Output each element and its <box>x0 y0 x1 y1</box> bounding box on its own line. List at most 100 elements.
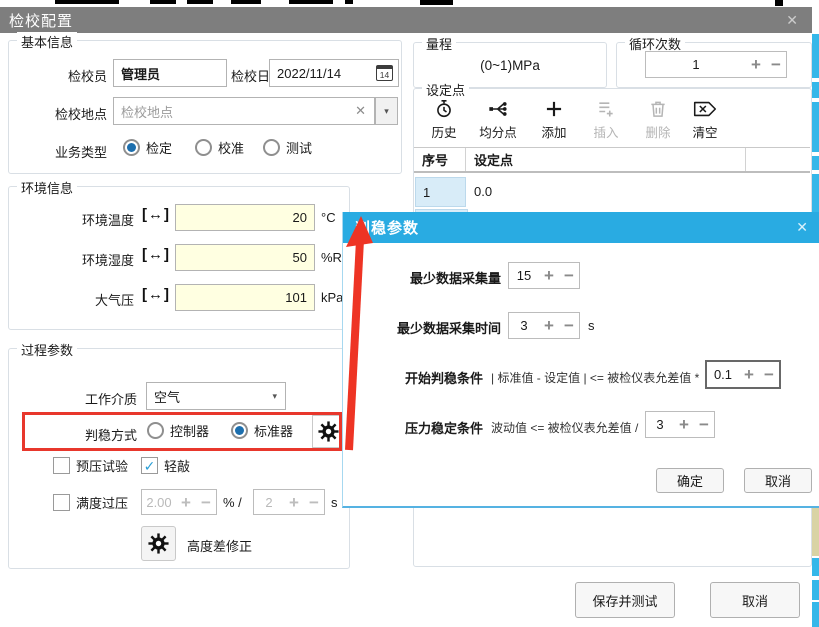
clear-location-icon[interactable]: ✕ <box>355 103 366 119</box>
decrement-icon[interactable]: − <box>766 56 786 73</box>
env-humidity-label: 环境湿度 <box>29 250 134 269</box>
decrement-icon[interactable]: − <box>694 416 714 433</box>
radio-business-type-verify[interactable]: 检定 <box>123 138 172 157</box>
decrement-icon[interactable]: − <box>559 317 579 334</box>
footer-cancel-label: 取消 <box>742 591 768 610</box>
bracket-left: [ <box>142 286 147 303</box>
chevron-down-icon: ▾ <box>384 106 389 117</box>
calendar-icon[interactable]: 14 <box>376 65 393 81</box>
toolbar-add-button[interactable]: 添加 <box>533 99 575 141</box>
stable-condition-stepper[interactable]: 3 + − <box>645 411 715 438</box>
min-time-unit: s <box>588 318 595 333</box>
window-close-icon[interactable]: ✕ <box>786 12 798 29</box>
insert-icon <box>596 99 616 119</box>
row-index-cell[interactable]: 1 <box>415 177 466 207</box>
background-text-fragment <box>289 0 333 4</box>
checkbox-icon <box>53 494 70 511</box>
gear-icon <box>148 533 169 554</box>
check-icon: ✓ <box>144 459 156 473</box>
business-type-label: 业务类型 <box>49 142 107 161</box>
stepper-value: 2.00 <box>142 495 176 510</box>
dialog-close-icon[interactable]: ✕ <box>796 219 808 236</box>
min-samples-stepper[interactable]: 15 + − <box>508 262 580 289</box>
range-transfer-icon[interactable]: [↔] <box>142 246 169 263</box>
location-dropdown-button[interactable]: ▾ <box>375 97 398 125</box>
arrow-lr: ↔ <box>148 286 163 303</box>
checkbox-label: 预压试验 <box>76 456 128 475</box>
basic-info-legend: 基本信息 <box>17 32 77 51</box>
save-and-test-label: 保存并测试 <box>592 591 657 610</box>
env-pressure-label: 大气压 <box>29 290 134 309</box>
toolbar-label: 清空 <box>692 122 717 141</box>
plus-icon <box>544 99 564 119</box>
range-transfer-icon[interactable]: [↔] <box>142 206 169 223</box>
start-condition-stepper[interactable]: 0.1 + − <box>705 360 781 389</box>
process-params-group: 过程参数 工作介质 空气 ▾ 判稳方式 控制器 标准器 <box>8 348 350 569</box>
toolbar-insert-button: 插入 <box>584 99 628 141</box>
toolbar-history-button[interactable]: 历史 <box>423 99 465 141</box>
cycle-count-stepper[interactable]: 1 + − <box>645 51 787 78</box>
checkbox-prepress-test[interactable]: 预压试验 <box>53 456 128 475</box>
range-transfer-icon[interactable]: [↔] <box>142 286 169 303</box>
stable-condition-formula: 波动值 <= 被检仪表允差值 / <box>491 419 638 436</box>
overpressure-percent-stepper: 2.00 + − <box>141 489 217 515</box>
save-and-test-button[interactable]: 保存并测试 <box>575 582 675 618</box>
radio-business-type-calibrate[interactable]: 校准 <box>195 138 244 157</box>
increment-icon[interactable]: + <box>746 56 766 73</box>
increment-icon[interactable]: + <box>539 267 559 284</box>
date-input[interactable]: 2022/11/14 14 <box>269 59 399 87</box>
footer-cancel-button[interactable]: 取消 <box>710 582 800 618</box>
dialog-titlebar: 判稳参数 ✕ <box>343 212 819 243</box>
table-row[interactable]: 1 0.0 <box>414 177 810 207</box>
height-correction-button[interactable] <box>141 526 176 561</box>
location-input[interactable]: 检校地点 ✕ <box>113 97 375 125</box>
arrow-lr: ↔ <box>148 246 163 263</box>
bracket-right: ] <box>164 206 169 223</box>
medium-select[interactable]: 空气 ▾ <box>146 382 286 410</box>
bracket-left: [ <box>142 206 147 223</box>
stepper-value: 0.1 <box>707 367 739 382</box>
increment-icon[interactable]: + <box>539 317 559 334</box>
background-app-strip <box>812 82 819 98</box>
toolbar-label: 删除 <box>645 122 670 141</box>
env-pressure-input[interactable]: 101 <box>175 284 315 311</box>
checkbox-tap[interactable]: ✓ 轻敲 <box>141 456 190 475</box>
increment-icon[interactable]: + <box>674 416 694 433</box>
toolbar-clear-button[interactable]: 清空 <box>682 99 728 141</box>
column-header-index[interactable]: 序号 <box>414 148 466 171</box>
stable-condition-label: 压力稳定条件 <box>401 418 483 437</box>
location-label: 检校地点 <box>49 104 107 123</box>
history-icon <box>434 99 454 119</box>
increment-icon: + <box>176 494 196 511</box>
bracket-left: [ <box>142 246 147 263</box>
env-temp-label: 环境温度 <box>29 210 134 229</box>
stability-params-dialog: 判稳参数 ✕ 最少数据采集量 15 + − 最少数据采集时间 3 + − s 开… <box>342 212 819 508</box>
radio-label: 检定 <box>146 138 172 157</box>
checkbox-label: 满度过压 <box>76 493 128 512</box>
checkbox-label: 轻敲 <box>164 456 190 475</box>
decrement-icon[interactable]: − <box>559 267 579 284</box>
environment-legend: 环境信息 <box>17 178 77 197</box>
radio-business-type-test[interactable]: 测试 <box>263 138 312 157</box>
column-header-setpoint[interactable]: 设定点 <box>466 148 746 171</box>
min-time-stepper[interactable]: 3 + − <box>508 312 580 339</box>
dialog-cancel-button[interactable]: 取消 <box>744 468 812 493</box>
increment-icon[interactable]: + <box>739 366 759 383</box>
inspector-input[interactable]: 管理员 <box>113 59 227 87</box>
env-temp-input[interactable]: 20 <box>175 204 315 231</box>
decrement-icon: − <box>196 494 216 511</box>
inspector-value: 管理员 <box>121 64 160 83</box>
location-placeholder: 检校地点 <box>121 102 173 121</box>
checkbox-icon <box>53 457 70 474</box>
process-params-legend: 过程参数 <box>17 340 77 359</box>
decrement-icon[interactable]: − <box>759 366 779 383</box>
toolbar-label: 均分点 <box>479 122 517 141</box>
background-app-strip <box>812 156 819 170</box>
highlight-rectangle <box>22 412 342 451</box>
column-header-blank <box>746 148 810 171</box>
dialog-ok-button[interactable]: 确定 <box>656 468 724 493</box>
inspector-label: 检校员 <box>49 66 107 85</box>
env-humidity-input[interactable]: 50 <box>175 244 315 271</box>
toolbar-split-points-button[interactable]: 均分点 <box>469 99 527 141</box>
checkbox-overpressure[interactable]: 满度过压 <box>53 493 128 512</box>
